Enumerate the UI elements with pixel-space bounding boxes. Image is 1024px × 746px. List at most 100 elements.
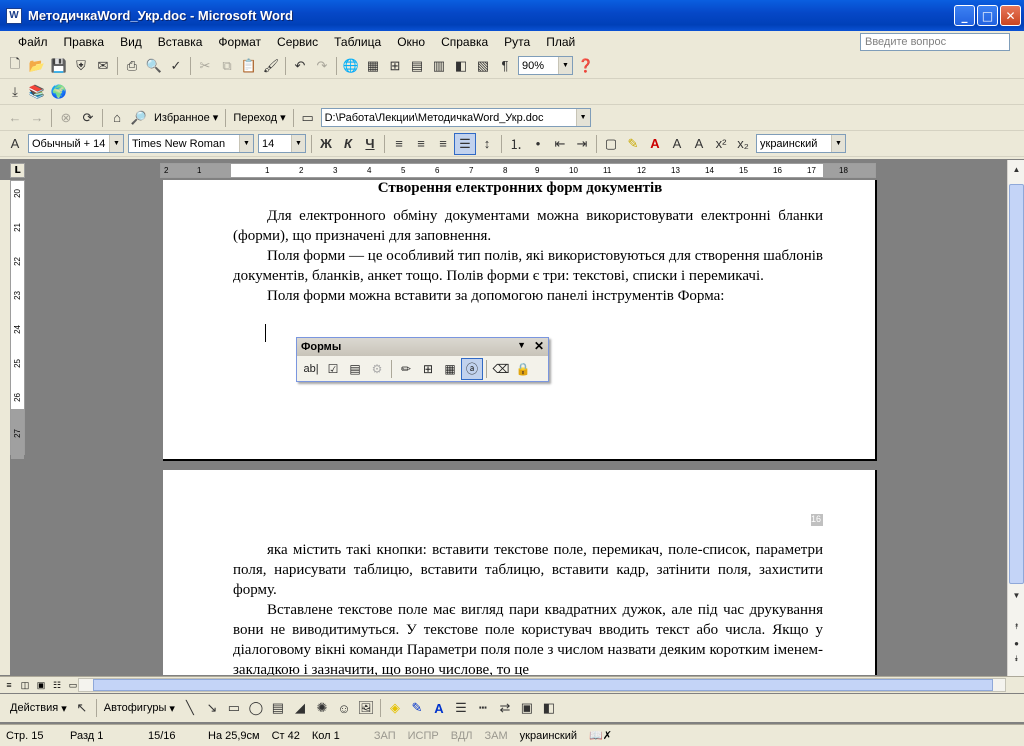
document-map-icon[interactable]: ▧	[472, 55, 494, 77]
address-field[interactable]: D:\Работа\Лекции\МетодичкаWord_Укр.doc ▼	[320, 108, 591, 127]
fill-color-icon[interactable]: ◈	[384, 697, 406, 719]
font-size-select[interactable]: 14 ▼	[258, 134, 306, 153]
spelling-status-icon[interactable]: 📖✗	[583, 729, 618, 742]
document-page[interactable]: Створення електронних форм документів Дл…	[163, 180, 877, 461]
rectangle-icon[interactable]: ▭	[223, 697, 245, 719]
arrow-icon[interactable]: ↘	[201, 697, 223, 719]
form-field-shading-icon[interactable]: ⓐ	[461, 357, 483, 380]
status-record[interactable]: ЗАП	[368, 730, 402, 742]
forms-toolbar-header[interactable]: Формы ▼ ✕	[297, 338, 548, 356]
superscript-icon[interactable]: x²	[710, 133, 732, 155]
outline-view-icon[interactable]: ☷	[50, 678, 64, 692]
save-icon[interactable]: 💾	[48, 55, 70, 77]
protect-form-lock-icon[interactable]: 🔒	[512, 358, 534, 380]
spelling-icon[interactable]: ✓	[165, 55, 187, 77]
scrollbar-thumb[interactable]	[93, 679, 993, 691]
refresh-icon[interactable]: ⟳	[77, 107, 99, 129]
reset-form-fields-icon[interactable]: ⌫	[490, 358, 512, 380]
status-track-changes[interactable]: ИСПР	[402, 730, 445, 742]
insert-excel-icon[interactable]: ▤	[406, 55, 428, 77]
favorites-menu[interactable]: Избранное ▾	[150, 108, 222, 128]
numbering-icon[interactable]: ⒈	[505, 133, 527, 155]
chevron-down-icon[interactable]: ▼	[575, 109, 590, 126]
menu-ruta[interactable]: Рута	[496, 35, 538, 49]
status-overtype[interactable]: ЗАМ	[479, 730, 514, 742]
status-extend[interactable]: ВДЛ	[445, 730, 479, 742]
forms-toolbar[interactable]: Формы ▼ ✕ ab| ☑ ▤ ⚙ ✏ ⊞ ▦ ⓐ ⌫ 🔒	[296, 337, 549, 382]
chevron-down-icon[interactable]: ▼	[831, 135, 845, 152]
scroll-down-icon[interactable]: ▼	[1009, 588, 1024, 602]
line-color-icon[interactable]: ✎	[406, 697, 428, 719]
insert-table-icon[interactable]: ⊞	[384, 55, 406, 77]
undo-icon[interactable]: ↶	[289, 55, 311, 77]
line-style-icon[interactable]: ☰	[450, 697, 472, 719]
globe-icon[interactable]: 🌍	[48, 81, 70, 103]
select-browse-object-icon[interactable]: ●	[1009, 636, 1024, 650]
menu-tools[interactable]: Сервис	[269, 35, 326, 49]
menu-file[interactable]: Файл	[10, 35, 56, 49]
drawing-icon[interactable]: ◧	[450, 55, 472, 77]
align-left-icon[interactable]: ≡	[388, 133, 410, 155]
select-objects-icon[interactable]: ↖	[71, 697, 93, 719]
grow-font-icon[interactable]: A	[666, 133, 688, 155]
borders-icon[interactable]: ▢	[600, 133, 622, 155]
text-form-field-button[interactable]: ab|	[300, 358, 322, 380]
email-icon[interactable]: ✉	[92, 55, 114, 77]
subscript-icon[interactable]: x₂	[732, 133, 754, 155]
insert-table-icon[interactable]: ⊞	[417, 358, 439, 380]
justify-icon[interactable]: ☰	[454, 132, 476, 155]
horizontal-ruler[interactable]: 2 1 1 2 3 4 5 6 7 8 9 10 11 12 13 14 15 …	[160, 163, 876, 178]
search-web-icon[interactable]: 🔎	[128, 107, 150, 129]
open-folder-icon[interactable]: 📂	[26, 55, 48, 77]
print-icon[interactable]: ⎙	[121, 55, 143, 77]
previous-page-icon[interactable]: ⯭	[1009, 620, 1024, 634]
columns-icon[interactable]: ▥	[428, 55, 450, 77]
bold-button[interactable]: Ж	[315, 133, 337, 155]
line-icon[interactable]: ╲	[179, 697, 201, 719]
toolbar-options-icon[interactable]: ▼	[517, 340, 526, 350]
font-color-icon[interactable]: A	[428, 697, 450, 719]
styles-formatting-icon[interactable]: A	[4, 133, 26, 155]
chevron-down-icon[interactable]: ▼	[239, 135, 253, 152]
line-spacing-icon[interactable]: ↕	[476, 133, 498, 155]
font-color-icon[interactable]: A	[644, 133, 666, 155]
align-center-icon[interactable]: ≡	[410, 133, 432, 155]
italic-button[interactable]: К	[337, 133, 359, 155]
font-select[interactable]: Times New Roman ▼	[128, 134, 254, 153]
tab-selector[interactable]: L	[10, 163, 25, 178]
increase-indent-icon[interactable]: ⇥	[571, 133, 593, 155]
vertical-scrollbar[interactable]: ▲ ▼ ⯭ ● ⯯	[1007, 160, 1024, 677]
show-only-web-toolbar-icon[interactable]: ▭	[297, 107, 319, 129]
close-button[interactable]: ✕	[1000, 5, 1021, 26]
home-icon[interactable]: ⌂	[106, 107, 128, 129]
vertical-ruler[interactable]: 20 21 22 23 24 25 26 27	[10, 180, 25, 459]
go-menu[interactable]: Переход ▾	[229, 108, 289, 128]
permission-icon[interactable]: ⛨	[70, 55, 92, 77]
format-painter-icon[interactable]: 🖌	[260, 55, 282, 77]
form-field-options-icon[interactable]: ⚙	[366, 358, 388, 380]
library-icon[interactable]: 📚	[26, 81, 48, 103]
style-select[interactable]: Обычный + 14 р ▼	[28, 134, 124, 153]
zoom-select[interactable]: 90% ▼	[518, 56, 573, 75]
cut-icon[interactable]: ✂	[194, 55, 216, 77]
show-hide-icon[interactable]: ¶	[494, 55, 516, 77]
checkbox-form-field-icon[interactable]: ☑	[322, 358, 344, 380]
menu-format[interactable]: Формат	[210, 35, 269, 49]
wordart-icon[interactable]: ◢	[289, 697, 311, 719]
clip-art-icon[interactable]: ☺	[333, 697, 355, 719]
menu-table[interactable]: Таблица	[326, 35, 389, 49]
oval-icon[interactable]: ◯	[245, 697, 267, 719]
menu-window[interactable]: Окно	[389, 35, 433, 49]
picture-icon[interactable]: 🖼	[355, 697, 377, 719]
menu-help[interactable]: Справка	[433, 35, 496, 49]
next-page-icon[interactable]: ⯯	[1009, 652, 1024, 666]
close-icon[interactable]: ✕	[534, 339, 544, 353]
insert-frame-icon[interactable]: ▦	[439, 358, 461, 380]
paste-icon[interactable]: 📋	[238, 55, 260, 77]
menu-plai[interactable]: Плай	[538, 35, 583, 49]
forward-icon[interactable]: →	[26, 107, 48, 129]
horizontal-scrollbar[interactable]	[78, 678, 1006, 692]
tables-borders-icon[interactable]: ▦	[362, 55, 384, 77]
scroll-up-icon[interactable]: ▲	[1009, 162, 1024, 176]
back-icon[interactable]: ←	[4, 107, 26, 129]
